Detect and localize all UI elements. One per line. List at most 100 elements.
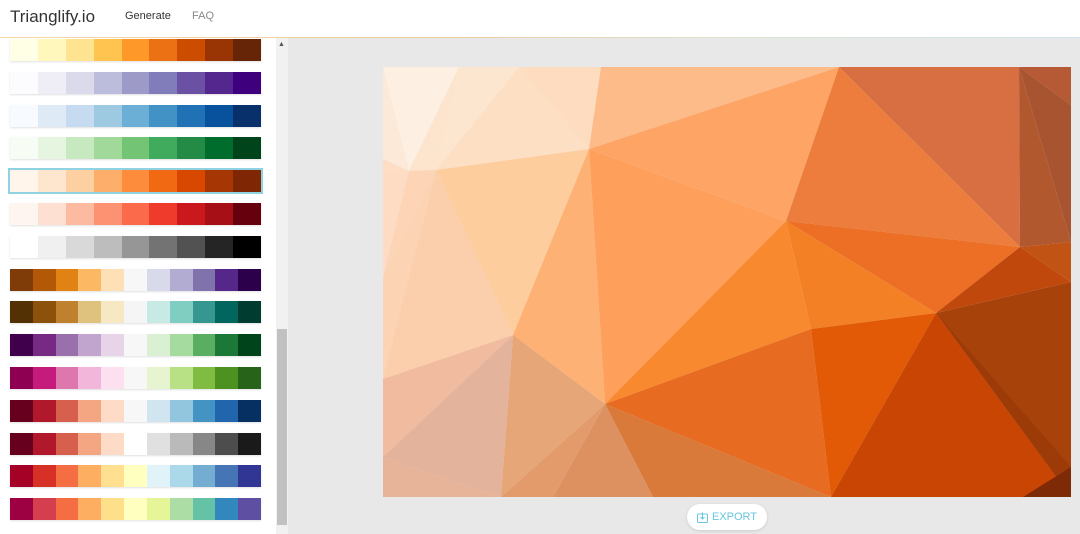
preview-area: EXPORT xyxy=(288,38,1080,534)
palette-swatch xyxy=(55,465,79,487)
palette-swatch xyxy=(37,203,66,225)
palette-swatch xyxy=(146,433,170,455)
palette-swatch xyxy=(233,137,262,159)
palette-swatch xyxy=(177,203,206,225)
palette-swatch xyxy=(177,105,206,127)
palette-swatch xyxy=(121,170,150,192)
palette-swatch xyxy=(192,367,216,389)
palette-swatch xyxy=(10,465,33,487)
palette-row[interactable] xyxy=(8,168,263,194)
palette-swatch xyxy=(78,269,102,291)
palette-swatch xyxy=(78,334,102,356)
palette-swatch xyxy=(55,433,79,455)
palette-swatch xyxy=(124,269,147,291)
app-logo[interactable]: Trianglify.io xyxy=(10,7,95,27)
palette-row[interactable] xyxy=(10,72,262,94)
palette-row[interactable] xyxy=(10,39,262,61)
palette-swatch xyxy=(101,269,125,291)
palette-swatch xyxy=(205,105,234,127)
palette-swatch xyxy=(124,465,147,487)
palette-row[interactable] xyxy=(10,236,262,258)
palette-swatch xyxy=(121,105,150,127)
palette-swatch xyxy=(169,433,193,455)
nav-generate-link[interactable]: Generate xyxy=(125,10,171,22)
palette-swatch xyxy=(93,170,122,192)
palette-swatch xyxy=(205,203,234,225)
palette-swatch xyxy=(32,269,56,291)
palette-swatch xyxy=(65,170,94,192)
palette-swatch xyxy=(37,105,66,127)
palette-row[interactable] xyxy=(10,105,262,127)
palette-swatch xyxy=(10,39,38,61)
palette-swatch xyxy=(93,236,122,258)
palette-swatch xyxy=(10,498,33,520)
palette-swatch xyxy=(10,367,33,389)
palette-swatch xyxy=(37,236,66,258)
palette-swatch xyxy=(169,334,193,356)
palette-swatch xyxy=(10,301,33,323)
palette-swatch xyxy=(78,498,102,520)
palette-swatch xyxy=(205,39,234,61)
palette-row[interactable] xyxy=(10,465,261,487)
palette-swatch xyxy=(124,334,147,356)
palette-row[interactable] xyxy=(10,269,261,291)
scroll-up-arrow-icon[interactable]: ▲ xyxy=(278,41,285,48)
palette-swatch xyxy=(78,433,102,455)
palette-row[interactable] xyxy=(10,137,262,159)
palette-swatch xyxy=(101,400,125,422)
palette-swatch xyxy=(233,203,262,225)
palette-swatch xyxy=(177,170,206,192)
palette-swatch xyxy=(78,301,102,323)
sidebar-scrollbar[interactable]: ▲ xyxy=(276,38,288,534)
palette-swatch xyxy=(146,301,170,323)
palette-swatch xyxy=(65,236,94,258)
palette-row[interactable] xyxy=(10,367,261,389)
palette-swatch xyxy=(177,72,206,94)
palette-row[interactable] xyxy=(10,203,262,225)
palette-swatch xyxy=(192,269,216,291)
palette-swatch xyxy=(10,170,38,192)
palette-list[interactable] xyxy=(0,38,275,534)
palette-swatch xyxy=(233,72,262,94)
palette-swatch xyxy=(32,301,56,323)
palette-row[interactable] xyxy=(10,301,261,323)
palette-swatch xyxy=(101,301,125,323)
palette-swatch xyxy=(215,367,239,389)
palette-swatch xyxy=(215,498,239,520)
palette-swatch xyxy=(169,301,193,323)
palette-swatch xyxy=(55,400,79,422)
palette-swatch xyxy=(37,39,66,61)
palette-swatch xyxy=(10,105,38,127)
palette-row[interactable] xyxy=(10,400,261,422)
palette-swatch xyxy=(233,236,262,258)
palette-swatch xyxy=(93,105,122,127)
palette-swatch xyxy=(10,269,33,291)
palette-swatch xyxy=(121,137,150,159)
palette-swatch xyxy=(192,400,216,422)
nav-faq-link[interactable]: FAQ xyxy=(192,10,214,22)
palette-swatch xyxy=(169,367,193,389)
palette-swatch xyxy=(65,203,94,225)
scrollbar-thumb[interactable] xyxy=(277,329,287,525)
palette-swatch xyxy=(215,334,239,356)
palette-swatch xyxy=(205,72,234,94)
palette-swatch xyxy=(238,269,261,291)
palette-swatch xyxy=(215,301,239,323)
palette-swatch xyxy=(93,203,122,225)
palette-swatch xyxy=(238,367,261,389)
palette-row[interactable] xyxy=(10,334,261,356)
export-button[interactable]: EXPORT xyxy=(687,504,767,530)
download-icon xyxy=(696,512,708,523)
palette-swatch xyxy=(101,498,125,520)
palette-swatch xyxy=(238,334,261,356)
palette-swatch xyxy=(205,236,234,258)
palette-swatch xyxy=(65,137,94,159)
palette-swatch xyxy=(78,367,102,389)
palette-row[interactable] xyxy=(10,433,261,455)
palette-swatch xyxy=(65,105,94,127)
palette-swatch xyxy=(65,39,94,61)
palette-swatch xyxy=(238,498,261,520)
palette-row[interactable] xyxy=(10,498,261,520)
palette-swatch xyxy=(10,236,38,258)
palette-swatch xyxy=(32,400,56,422)
